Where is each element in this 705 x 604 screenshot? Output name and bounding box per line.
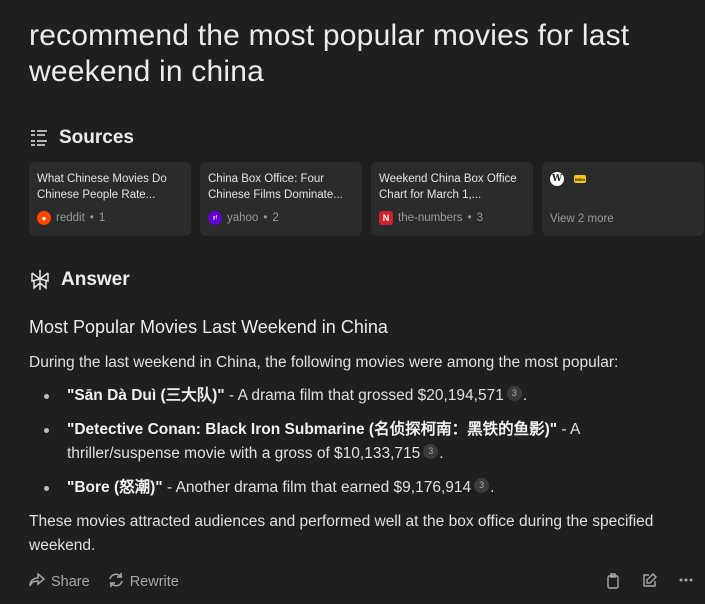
answer-intro: During the last weekend in China, the fo… <box>29 354 619 371</box>
answer-outro: These movies attracted audiences and per… <box>29 513 654 554</box>
source-index: 3 <box>476 212 483 224</box>
source-index: 1 <box>98 212 106 224</box>
sources-label: Sources <box>59 127 134 148</box>
answer-title: Most Popular Movies Last Weekend in Chin… <box>29 317 388 337</box>
share-icon <box>29 572 46 591</box>
copy-icon[interactable] <box>606 573 620 589</box>
movie-list: "Sān Dà Duì (三大队)" - A drama film that g… <box>29 384 649 510</box>
movie-desc: - A drama film that grossed $20,194,571 <box>224 387 504 404</box>
source-card-title: What Chinese Movies Do Chinese People Ra… <box>37 173 167 201</box>
answer-heading: Answer <box>29 269 130 291</box>
edit-icon[interactable] <box>642 573 657 589</box>
view-more-card[interactable]: W IMDb View 2 more <box>542 162 704 236</box>
query-title: recommend the most popular movies for la… <box>29 19 630 88</box>
rewrite-icon <box>108 572 124 592</box>
view-more-label: View 2 more <box>550 213 614 225</box>
more-options-icon[interactable] <box>679 573 693 589</box>
rewrite-label: Rewrite <box>129 574 179 590</box>
source-site: reddit <box>56 212 85 224</box>
source-card[interactable]: Weekend China Box Office Chart for March… <box>371 162 533 236</box>
citation-badge[interactable]: 3 <box>423 443 439 459</box>
the-numbers-icon: N <box>379 211 393 225</box>
source-site: the-numbers <box>398 212 463 224</box>
movie-name: "Bore (怒潮)" <box>67 479 163 496</box>
movie-desc: - Another drama film that earned $9,176,… <box>162 479 472 496</box>
list-item: "Detective Conan: Black Iron Submarine (… <box>29 418 649 466</box>
source-site: yahoo <box>227 212 259 224</box>
imdb-icon: IMDb <box>574 175 586 183</box>
list-item: "Sān Dà Duì (三大队)" - A drama film that g… <box>29 384 649 408</box>
answer-actions: Share Rewrite <box>29 572 179 592</box>
source-card-title: Weekend China Box Office Chart for March… <box>379 173 517 201</box>
list-item: "Bore (怒潮)" - Another drama film that ea… <box>29 476 649 500</box>
yahoo-icon: y! <box>208 211 222 225</box>
citation-badge[interactable]: 3 <box>506 385 522 401</box>
right-actions <box>606 573 693 589</box>
wikipedia-icon: W <box>550 172 564 186</box>
source-cards: What Chinese Movies Do Chinese People Ra… <box>29 162 704 236</box>
source-index: 2 <box>272 212 279 224</box>
source-card[interactable]: What Chinese Movies Do Chinese People Ra… <box>29 162 191 236</box>
sources-icon <box>29 129 49 147</box>
source-card[interactable]: China Box Office: Four Chinese Films Dom… <box>200 162 362 236</box>
citation-badge[interactable]: 3 <box>474 477 490 493</box>
source-card-title: China Box Office: Four Chinese Films Dom… <box>208 173 343 201</box>
share-label: Share <box>51 574 90 590</box>
rewrite-button[interactable]: Rewrite <box>108 572 179 592</box>
reddit-icon: ● <box>37 211 51 225</box>
movie-name: "Sān Dà Duì (三大队)" <box>67 387 225 404</box>
movie-name: "Detective Conan: Black Iron Submarine (… <box>67 421 558 438</box>
answer-label: Answer <box>61 269 130 290</box>
share-button[interactable]: Share <box>29 572 90 592</box>
answer-logo-icon <box>29 269 51 291</box>
sources-heading: Sources <box>29 127 134 149</box>
